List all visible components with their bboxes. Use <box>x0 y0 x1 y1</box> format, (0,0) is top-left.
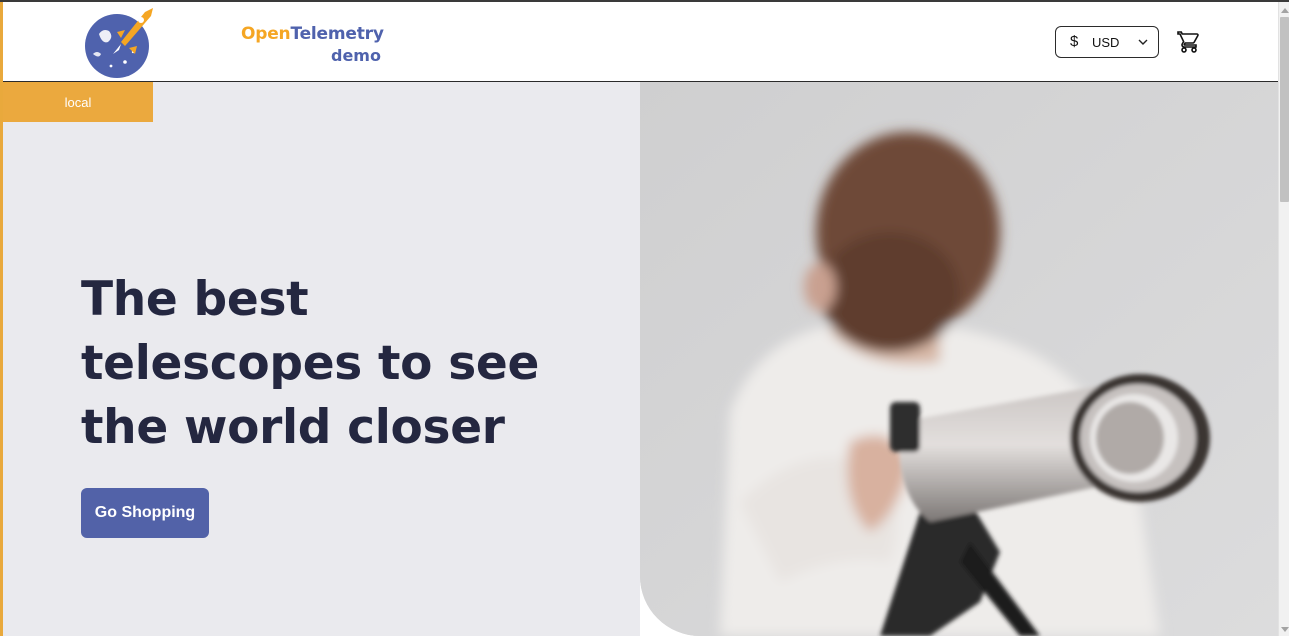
scroll-up-arrow-icon[interactable] <box>1281 8 1289 13</box>
environment-badge: local <box>3 82 153 122</box>
cart-icon[interactable] <box>1177 30 1201 54</box>
opentelemetry-logo-icon <box>85 8 153 78</box>
child-with-telescope-image <box>640 82 1278 636</box>
hero-title: The best telescopes to see the world clo… <box>81 272 540 455</box>
chevron-down-icon <box>1138 39 1148 45</box>
currency-symbol: $ <box>1070 33 1079 50</box>
scroll-down-arrow-icon[interactable] <box>1281 627 1289 632</box>
logo-text-open: Open <box>241 24 291 44</box>
logo-link[interactable]: OpenTelemetry demo <box>81 4 384 78</box>
logo-text-telemetry: Telemetry <box>290 24 384 44</box>
logo-wordmark: OpenTelemetry <box>241 24 384 44</box>
hero-image <box>640 82 1278 636</box>
currency-selector[interactable]: $ USD <box>1055 26 1159 58</box>
scrollbar-thumb[interactable] <box>1280 17 1289 202</box>
go-shopping-button[interactable]: Go Shopping <box>81 488 209 538</box>
vertical-scrollbar[interactable] <box>1278 2 1289 636</box>
currency-code: USD <box>1092 35 1120 50</box>
site-header: OpenTelemetry demo $ USD <box>3 2 1278 82</box>
logo-text-demo: demo <box>331 46 381 65</box>
